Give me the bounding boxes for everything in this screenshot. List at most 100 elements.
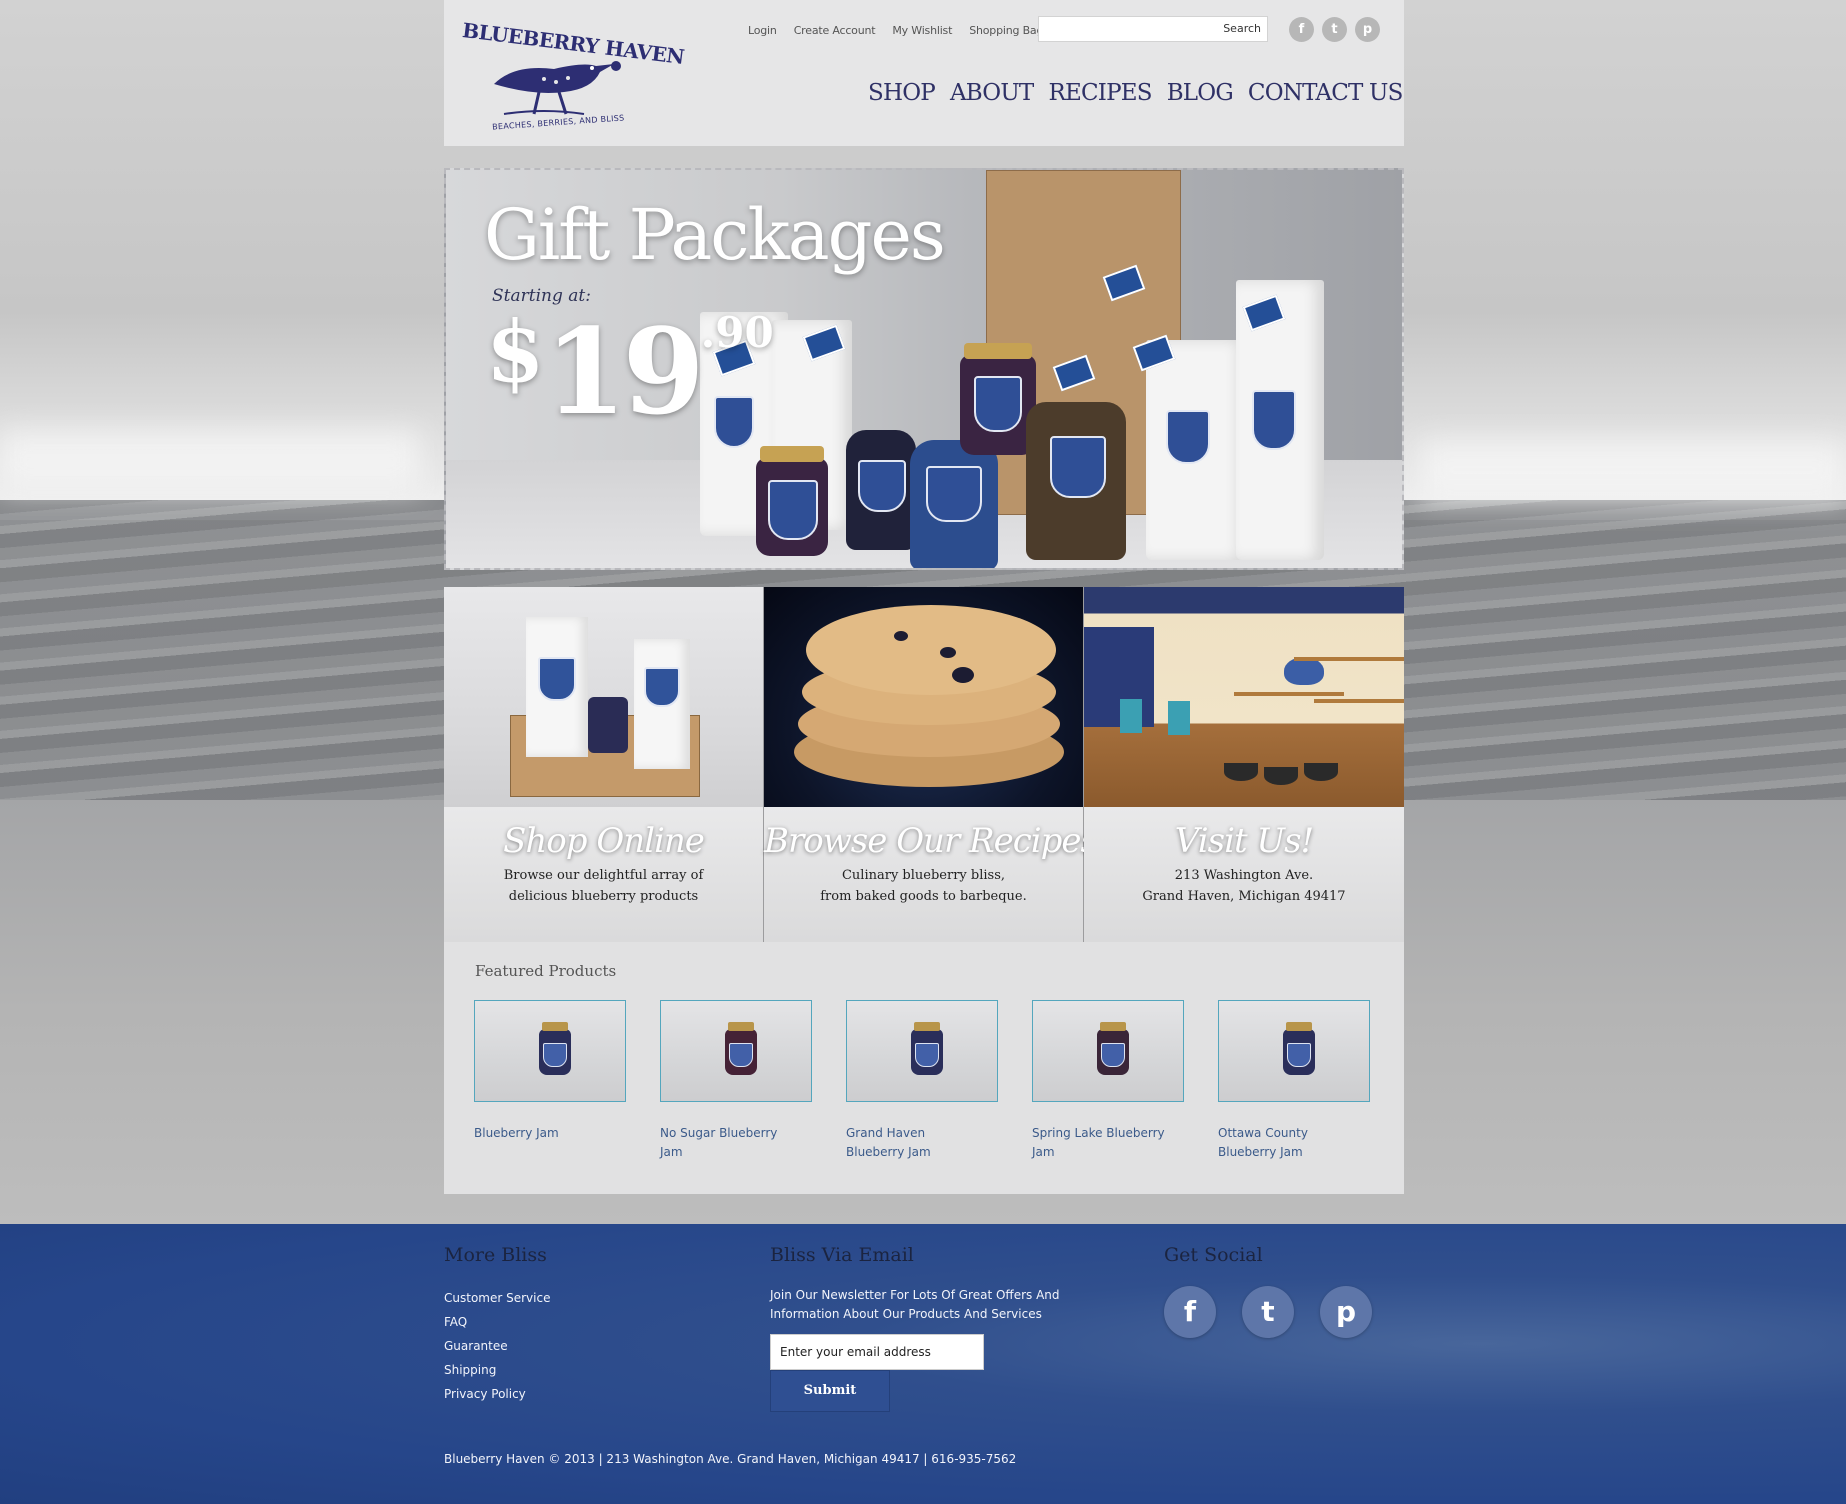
faq-link[interactable]: FAQ: [444, 1310, 550, 1334]
blueberry: [894, 631, 908, 641]
tile-text-line1: Culinary blueberry bliss,: [841, 868, 1006, 883]
footer-inner: More Bliss Customer Service FAQ Guarante…: [444, 1224, 1404, 1504]
product-card[interactable]: No Sugar Blueberry Jam: [660, 1000, 812, 1162]
hero-price: $19.90: [486, 302, 774, 441]
background-glare-left: [0, 430, 420, 490]
blueberry: [940, 647, 956, 658]
product-label: [1166, 410, 1210, 464]
email-input[interactable]: Enter your email address: [770, 1334, 984, 1370]
tile-title: Browse Our Recipes: [764, 821, 1098, 861]
nav-blog[interactable]: BLOG: [1167, 80, 1234, 106]
wishlist-link[interactable]: My Wishlist: [892, 24, 952, 37]
bowl: [1304, 763, 1338, 781]
product-thumbnail[interactable]: [660, 1000, 812, 1102]
bowl: [1264, 767, 1298, 785]
create-account-link[interactable]: Create Account: [794, 24, 876, 37]
shipping-link[interactable]: Shipping: [444, 1358, 550, 1382]
submit-button[interactable]: Submit: [770, 1370, 890, 1412]
product-label: [974, 376, 1022, 432]
site-logo[interactable]: BLUEBERRY HAVEN BEACHES, BERRIES, AND BL…: [461, 18, 685, 136]
shop-online-photo: [444, 587, 763, 807]
product-thumbnail[interactable]: [846, 1000, 998, 1102]
tile-text-line1: 213 Washington Ave.: [1174, 868, 1314, 883]
twitter-icon[interactable]: t: [1322, 17, 1347, 42]
product-label: [538, 657, 576, 701]
privacy-policy-link[interactable]: Privacy Policy: [444, 1382, 550, 1406]
tile-text-line1: Browse our delightful array of: [503, 868, 704, 883]
search-button[interactable]: Search: [1223, 22, 1261, 35]
tile-browse-recipes[interactable]: Browse Our Recipes Culinary blueberry bl…: [764, 587, 1098, 942]
tile-text-line2: from baked goods to barbeque.: [820, 889, 1027, 904]
site-footer: More Bliss Customer Service FAQ Guarante…: [0, 1224, 1846, 1504]
copyright-text: Blueberry Haven © 2013 | 213 Washington …: [444, 1452, 1017, 1466]
tile-title: Shop Online: [503, 821, 705, 861]
product-name[interactable]: Ottawa County Blueberry Jam: [1218, 1124, 1358, 1162]
product-thumbnail[interactable]: [1032, 1000, 1184, 1102]
price-integer: 19: [544, 302, 704, 441]
hero-banner[interactable]: Gift Packages Starting at: $19.90: [444, 168, 1404, 570]
tile-visit-us[interactable]: Visit Us! 213 Washington Ave. Grand Have…: [1084, 587, 1404, 942]
newsletter-text: Join Our Newsletter For Lots Of Great Of…: [770, 1288, 1060, 1321]
facebook-icon[interactable]: f: [1164, 1286, 1216, 1338]
product-card[interactable]: Ottawa County Blueberry Jam: [1218, 1000, 1370, 1162]
jam-jar: [539, 1022, 571, 1075]
product-name[interactable]: Blueberry Jam: [474, 1124, 614, 1143]
nav-contact-us[interactable]: CONTACT US: [1248, 80, 1403, 106]
bowl: [1224, 763, 1258, 781]
site-header: BLUEBERRY HAVEN BEACHES, BERRIES, AND BL…: [444, 0, 1404, 146]
shelf: [1234, 692, 1344, 696]
product-card[interactable]: Blueberry Jam: [474, 1000, 626, 1143]
featured-heading: Featured Products: [475, 962, 617, 980]
product-label: [926, 466, 982, 522]
product-label: [644, 667, 680, 707]
product-name[interactable]: Spring Lake Blueberry Jam: [1032, 1124, 1172, 1162]
tile-title: Visit Us!: [1174, 821, 1314, 861]
cookie: [806, 605, 1056, 695]
more-bliss-heading: More Bliss: [444, 1244, 547, 1266]
shopping-bag-link[interactable]: Shopping Bag: [969, 24, 1043, 37]
product-card[interactable]: Spring Lake Blueberry Jam: [1032, 1000, 1184, 1162]
product-thumbnail[interactable]: [1218, 1000, 1370, 1102]
guarantee-link[interactable]: Guarantee: [444, 1334, 550, 1358]
featured-products: Featured Products Blueberry Jam No Sugar…: [444, 942, 1404, 1194]
shop-online-caption: Shop Online Browse our delightful array …: [444, 807, 763, 942]
price-decimal: .90: [700, 308, 774, 357]
jam-jar: [588, 697, 628, 753]
search-input[interactable]: [1039, 17, 1219, 41]
facebook-icon[interactable]: f: [1289, 17, 1314, 42]
site-container: BLUEBERRY HAVEN BEACHES, BERRIES, AND BL…: [444, 0, 1404, 1194]
visit-caption: Visit Us! 213 Washington Ave. Grand Have…: [1084, 807, 1404, 942]
feature-tiles: Shop Online Browse our delightful array …: [444, 587, 1404, 942]
nav-about[interactable]: ABOUT: [950, 80, 1034, 106]
store-wall-panel: [1084, 627, 1154, 727]
background-glare-right: [1420, 440, 1846, 500]
twitter-icon[interactable]: t: [1242, 1286, 1294, 1338]
pinterest-icon[interactable]: p: [1320, 1286, 1372, 1338]
jam-jar: [1283, 1022, 1315, 1075]
product-name[interactable]: Grand Haven Blueberry Jam: [846, 1124, 986, 1162]
product-name[interactable]: No Sugar Blueberry Jam: [660, 1124, 800, 1162]
login-link[interactable]: Login: [748, 24, 777, 37]
product-label: [858, 460, 906, 512]
chair: [1120, 699, 1142, 733]
jam-jar: [1097, 1022, 1129, 1075]
jam-jar: [911, 1022, 943, 1075]
chair: [1168, 701, 1190, 735]
pinterest-icon[interactable]: p: [1355, 17, 1380, 42]
main-navigation: SHOP ABOUT RECIPES BLOG CONTACT US: [868, 80, 1403, 106]
product-label: [768, 480, 818, 540]
blueberry: [952, 667, 974, 683]
recipes-photo: [764, 587, 1083, 807]
customer-service-link[interactable]: Customer Service: [444, 1286, 550, 1310]
product-card[interactable]: Grand Haven Blueberry Jam: [846, 1000, 998, 1162]
product-label: [1050, 436, 1106, 498]
tile-text-line2: Grand Haven, Michigan 49417: [1142, 889, 1346, 904]
tile-shop-online[interactable]: Shop Online Browse our delightful array …: [444, 587, 764, 942]
product-label: [1252, 390, 1296, 450]
nav-recipes[interactable]: RECIPES: [1048, 80, 1152, 106]
header-social-links: f t p: [1289, 17, 1380, 42]
product-thumbnail[interactable]: [474, 1000, 626, 1102]
bird-sign: [1284, 657, 1324, 685]
nav-shop[interactable]: SHOP: [868, 80, 936, 106]
footer-social-links: f t p: [1164, 1286, 1372, 1338]
